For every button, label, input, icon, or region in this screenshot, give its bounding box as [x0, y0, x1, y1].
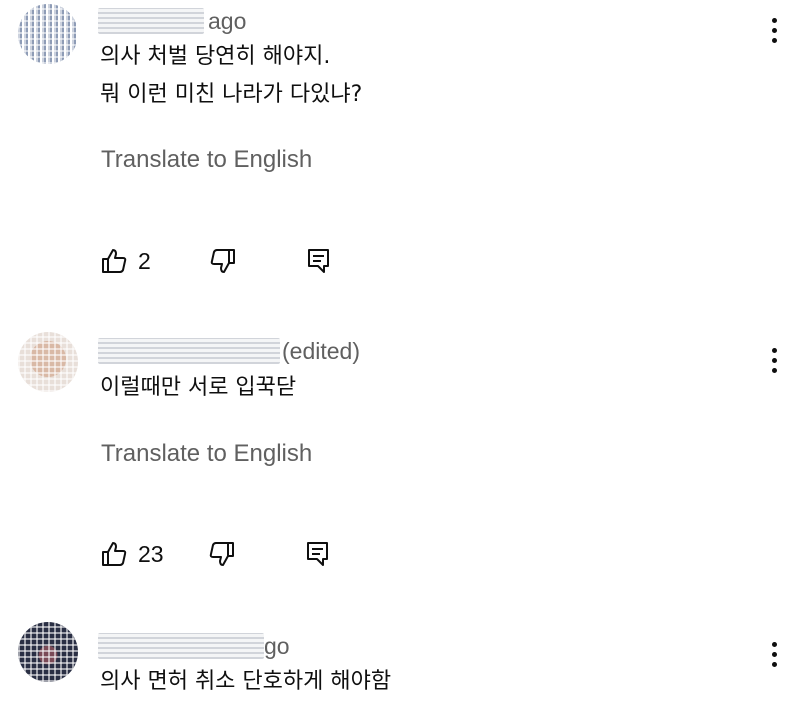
comment-body: 의사 면허 취소 단호하게 해야함 — [100, 664, 391, 700]
translate-button[interactable]: Translate to English — [101, 440, 312, 468]
like-button[interactable]: 23 — [100, 540, 164, 568]
more-actions-button[interactable] — [760, 340, 788, 380]
more-actions-button[interactable] — [760, 10, 788, 50]
thumbs-down-icon — [210, 249, 235, 273]
like-count: 2 — [138, 247, 151, 274]
dislike-button[interactable] — [208, 540, 236, 568]
avatar[interactable] — [18, 4, 78, 64]
author-name-redacted[interactable] — [98, 338, 280, 364]
thumbs-up-icon — [102, 249, 127, 273]
more-vertical-icon — [771, 641, 777, 647]
comment-edited-label: (edited) — [282, 337, 360, 364]
avatar[interactable] — [18, 622, 78, 682]
reply-comment-icon — [306, 542, 328, 566]
more-vertical-icon — [771, 347, 777, 353]
comment-header: (edited) — [98, 336, 360, 366]
like-count: 23 — [138, 540, 164, 567]
comment-actions: 23 — [100, 537, 332, 571]
like-button[interactable]: 2 — [100, 247, 151, 275]
comment-actions: 2 — [100, 244, 333, 278]
more-actions-button[interactable] — [760, 634, 788, 674]
comment-line: 이럴때만 서로 입꾹닫 — [100, 375, 297, 400]
reply-button[interactable] — [305, 247, 333, 275]
comment-timestamp: go — [264, 632, 290, 659]
comment-body: 이럴때만 서로 입꾹닫 — [100, 370, 296, 406]
comment-header: ago — [98, 6, 246, 36]
comment-body: 의사 처벌 당연히 해야지. 뭐 이런 미친 나라가 다있냐? — [100, 39, 362, 113]
more-vertical-icon — [771, 17, 777, 23]
avatar[interactable] — [18, 332, 78, 392]
comment-line: 의사 처벌 당연히 해야지. — [100, 44, 331, 69]
translate-button[interactable]: Translate to English — [101, 146, 312, 174]
comment-line: 뭐 이런 미친 나라가 다있냐? — [100, 82, 363, 107]
thumbs-down-icon — [209, 542, 234, 566]
comment-timestamp: ago — [208, 7, 247, 34]
author-name-redacted[interactable] — [98, 633, 264, 659]
reply-comment-icon — [307, 249, 329, 273]
thumbs-up-icon — [102, 542, 127, 566]
comment-header: go — [98, 631, 290, 661]
dislike-button[interactable] — [209, 247, 237, 275]
author-name-redacted[interactable] — [98, 8, 204, 34]
reply-button[interactable] — [304, 540, 332, 568]
comment-line: 의사 면허 취소 단호하게 해야함 — [100, 669, 392, 694]
